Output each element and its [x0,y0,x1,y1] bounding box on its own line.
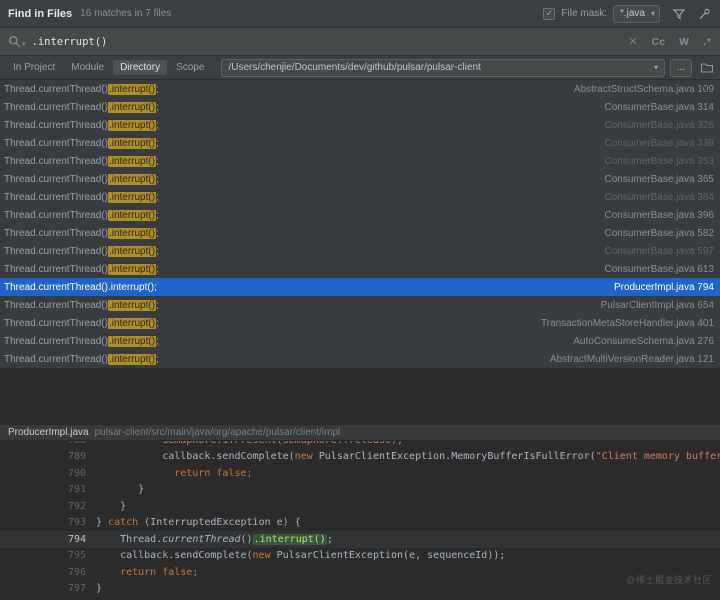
search-icon [8,35,21,48]
chevron-down-icon: ▾ [653,63,658,72]
line-number: 790 [67,467,86,479]
result-row[interactable]: Thread.currentThread().interrupt(); Produ… [0,278,720,296]
result-row[interactable]: Thread.currentThread().interrupt(); Consu… [0,224,720,242]
scope-tab-in-project[interactable]: In Project [6,60,62,75]
preview-file-path: pulsar-client/src/main/java/org/apache/p… [94,427,341,438]
line-number: 797 [67,583,86,595]
dialog-title: Find in Files [8,7,73,20]
search-input[interactable]: ▾ .interrupt() ✕ Cc W .* [0,28,720,56]
titlebar-right: ✓ File mask: *.java ▾ [543,4,712,23]
result-file-label: ConsumerBase.java 582 [604,227,714,239]
filter-icon[interactable] [672,7,686,21]
scope-tab-directory[interactable]: Directory [113,60,168,75]
scope-tab-module[interactable]: Module [64,60,111,75]
code-line: 792} [0,498,720,515]
match-summary: 16 matches in 7 files [80,8,172,19]
result-row[interactable]: Thread.currentThread().interrupt(); Consu… [0,260,720,278]
result-file-label: TransactionMetaStoreHandler.java 401 [540,317,714,329]
result-file-label: ConsumerBase.java 314 [604,101,714,113]
result-file-label: AbstractMultiVersionReader.java 121 [550,353,714,365]
result-row[interactable]: Thread.currentThread().interrupt(); Pulsa… [0,296,720,314]
result-file-label: ConsumerBase.java 384 [604,191,714,203]
regex-toggle[interactable]: .* [703,36,712,48]
file-mask-value: *.java [619,8,645,19]
code-line: 797} [0,581,720,598]
result-row[interactable]: Thread.currentThread().interrupt(); Consu… [0,116,720,134]
result-row[interactable]: Thread.currentThread().interrupt(); Consu… [0,134,720,152]
result-row[interactable]: Thread.currentThread().interrupt(); AutoC… [0,332,720,350]
result-file-label: ConsumerBase.java 597 [604,245,714,257]
result-file-label: PulsarClientImpl.java 654 [600,299,714,311]
line-number: 795 [67,550,86,562]
result-row[interactable]: Thread.currentThread().interrupt(); Consu… [0,188,720,206]
result-row[interactable]: Thread.currentThread().interrupt(); Trans… [0,314,720,332]
pin-icon[interactable] [698,7,712,21]
code-lines: 788semaphore.ifPresent(Semaphore::releas… [0,441,720,600]
result-row[interactable]: Thread.currentThread().interrupt(); Consu… [0,242,720,260]
watermark: @稀土掘金技术社区 [626,575,712,585]
line-number: 791 [67,484,86,496]
code-line: 795 callback.sendComplete(new PulsarClien… [0,548,720,565]
line-number: 796 [67,566,86,578]
search-options: ✕ Cc W .* [628,35,712,49]
preview-header: ProducerImpl.java pulsar-client/src/main… [0,424,720,441]
result-file-label: ProducerImpl.java 794 [613,281,714,293]
titlebar: Find in Files 16 matches in 7 files ✓ Fi… [0,0,720,28]
result-file-label: ConsumerBase.java 396 [604,209,714,221]
scope-tab-scope[interactable]: Scope [169,60,211,75]
result-row[interactable]: Thread.currentThread().interrupt(); Abstr… [0,350,720,368]
file-mask-checkbox[interactable]: ✓ [543,7,556,20]
line-number: 794 [67,533,86,545]
result-row[interactable]: Thread.currentThread().interrupt(); Consu… [0,206,720,224]
result-file-label: ConsumerBase.java 365 [604,173,714,185]
whole-words-toggle[interactable]: W [679,36,689,48]
result-row[interactable]: Thread.currentThread().interrupt(); Consu… [0,98,720,116]
scope-bar: In Project Module Directory Scope /Users/ch… [0,56,720,80]
code-line: 790 return false; [0,465,720,482]
directory-path-combo[interactable]: /Users/chenjie/Documents/dev/github/puls… [221,58,665,77]
browse-directory-button[interactable]: ... [670,58,692,77]
file-mask-combo[interactable]: *.java ▾ [612,4,660,23]
preview-file-name: ProducerImpl.java [8,427,89,438]
result-file-label: ConsumerBase.java 326 [604,119,714,131]
search-history-chevron-icon[interactable]: ▾ [22,40,26,48]
folder-icon[interactable] [700,61,714,74]
code-line: 791} [0,482,720,499]
result-file-label: ConsumerBase.java 353 [604,155,714,167]
scope-tabs: In Project Module Directory Scope [6,60,213,75]
result-file-label: ConsumerBase.java 613 [604,263,714,275]
match-case-toggle[interactable]: Cc [652,36,665,48]
result-row[interactable]: Thread.currentThread().interrupt(); Consu… [0,152,720,170]
result-row[interactable]: Thread.currentThread().interrupt(); Abstr… [0,80,720,98]
line-number: 793 [67,517,86,529]
line-number: 788 [0,441,96,446]
chevron-down-icon: ▾ [650,9,655,18]
directory-path-value: /Users/chenjie/Documents/dev/github/puls… [228,62,481,73]
code-line: 793} catch (InterruptedException e) { [0,515,720,532]
file-mask-label: File mask: [561,8,607,19]
line-number: 792 [67,500,86,512]
code-line: 796 return false; [0,564,720,581]
find-in-files-window: Find in Files 16 matches in 7 files ✓ Fi… [0,0,720,600]
result-file-label: ConsumerBase.java 338 [604,137,714,149]
result-file-label: AbstractStructSchema.java 109 [573,83,714,95]
code-editor[interactable]: 788semaphore.ifPresent(Semaphore::releas… [0,441,720,600]
clear-search-icon[interactable]: ✕ [628,35,637,48]
result-row[interactable]: Thread.currentThread().interrupt(); Consu… [0,170,720,188]
code-line: 788semaphore.ifPresent(Semaphore::releas… [0,441,720,449]
results-filler [0,368,720,424]
results-list: Thread.currentThread().interrupt(); Abstr… [0,80,720,368]
line-number: 789 [67,451,86,463]
search-query-text: .interrupt() [31,35,108,48]
result-file-label: AutoConsumeSchema.java 276 [573,335,714,347]
code-line: 789 callback.sendComplete(new PulsarClien… [0,449,720,466]
code-line: 794 Thread. currentThread() .interrupt(); [0,531,720,548]
